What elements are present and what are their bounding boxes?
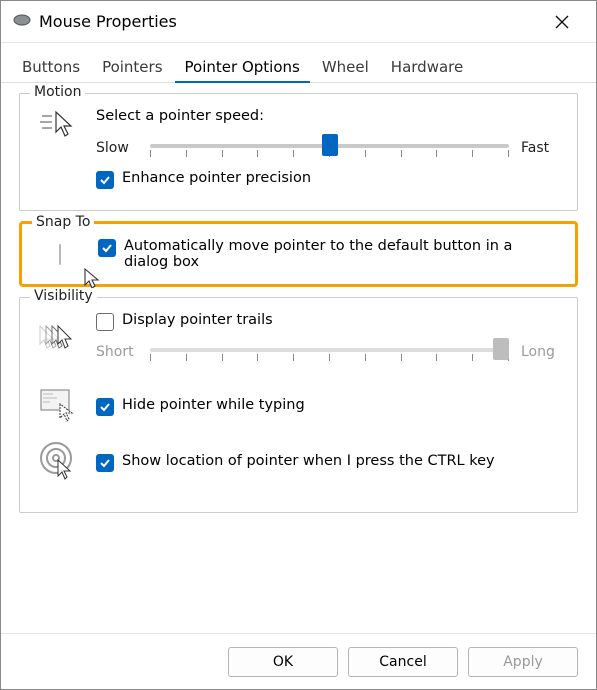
enhance-precision-label: Enhance pointer precision: [122, 170, 311, 186]
speed-slow-label: Slow: [96, 140, 138, 156]
tab-wheel[interactable]: Wheel: [311, 51, 380, 82]
tab-content: Motion Select a pointer speed: Slow: [1, 83, 596, 633]
hide-pointer-checkbox[interactable]: [96, 398, 114, 416]
dialog-footer: OK Cancel Apply: [1, 633, 596, 689]
mouse-properties-window: Mouse Properties Buttons Pointers Pointe…: [0, 0, 597, 690]
snap-to-group: Snap To Automatically move: [19, 221, 578, 287]
pointer-speed-icon: [38, 108, 78, 146]
apply-button[interactable]: Apply: [468, 647, 578, 677]
tabstrip: Buttons Pointers Pointer Options Wheel H…: [1, 43, 596, 83]
hide-pointer-label: Hide pointer while typing: [122, 397, 305, 413]
pointer-trails-checkbox[interactable]: [96, 313, 114, 331]
mouse-icon: [13, 12, 31, 31]
visibility-group: Visibility: [19, 297, 578, 513]
snap-to-group-label: Snap To: [32, 214, 94, 230]
ok-button[interactable]: OK: [228, 647, 338, 677]
snap-to-label: Automatically move pointer to the defaul…: [124, 238, 561, 270]
tab-hardware[interactable]: Hardware: [380, 51, 474, 82]
speed-fast-label: Fast: [521, 140, 563, 156]
tab-pointers[interactable]: Pointers: [91, 51, 173, 82]
motion-group: Motion Select a pointer speed: Slow: [19, 93, 578, 211]
pointer-speed-slider[interactable]: [150, 134, 509, 162]
titlebar: Mouse Properties: [1, 1, 596, 43]
hide-pointer-icon: [38, 386, 78, 426]
window-title: Mouse Properties: [39, 12, 540, 31]
close-button[interactable]: [540, 6, 584, 38]
motion-group-label: Motion: [30, 84, 85, 100]
ctrl-locate-label: Show location of pointer when I press th…: [122, 453, 495, 469]
snap-to-checkbox[interactable]: [98, 239, 116, 257]
snap-to-icon: [59, 245, 61, 264]
tab-buttons[interactable]: Buttons: [11, 51, 91, 82]
pointer-speed-heading: Select a pointer speed:: [96, 108, 563, 124]
pointer-trails-slider: [150, 338, 509, 366]
trails-short-label: Short: [96, 344, 138, 360]
visibility-group-label: Visibility: [30, 288, 97, 304]
pointer-trails-icon: [36, 322, 80, 362]
tab-pointer-options[interactable]: Pointer Options: [174, 51, 311, 82]
ctrl-locate-checkbox[interactable]: [96, 454, 114, 472]
trails-long-label: Long: [521, 344, 563, 360]
ctrl-locate-icon: [38, 440, 78, 484]
pointer-trails-label: Display pointer trails: [122, 312, 273, 328]
close-icon: [555, 15, 569, 29]
enhance-precision-checkbox[interactable]: [96, 171, 114, 189]
cancel-button[interactable]: Cancel: [348, 647, 458, 677]
